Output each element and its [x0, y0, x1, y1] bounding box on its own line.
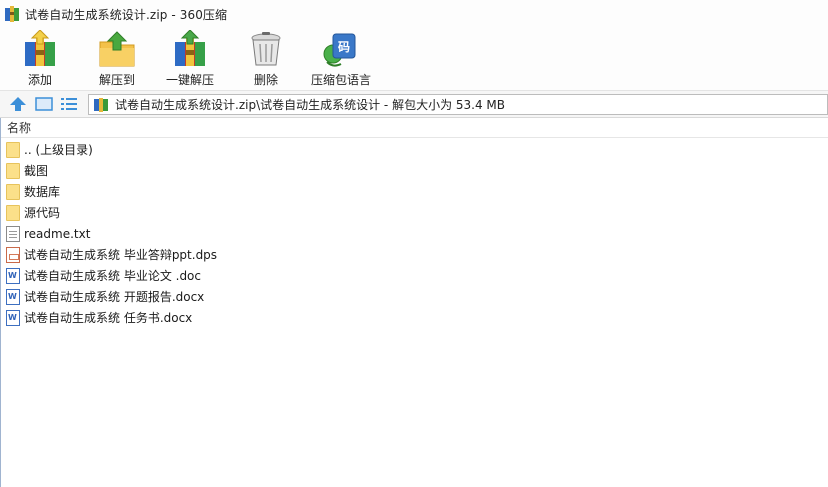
- item-name: 试卷自动生成系统 任务书.docx: [24, 311, 193, 325]
- list-item[interactable]: readme.txt: [6, 223, 90, 244]
- one-click-extract-button[interactable]: 一键解压: [166, 29, 215, 88]
- thumbnail-view-icon[interactable]: [35, 96, 53, 112]
- text-file-icon: [6, 225, 20, 242]
- folder-icon: [6, 204, 20, 221]
- one-click-extract-icon: [170, 29, 210, 68]
- word-file-icon: [6, 267, 20, 284]
- add-label: 添加: [27, 73, 52, 87]
- toolbar: 添加 解压到 一键解压 删除 码 压缩包语言: [0, 28, 828, 90]
- path-field[interactable]: 试卷自动生成系统设计.zip\试卷自动生成系统设计 - 解包大小为 53.4 M…: [88, 94, 828, 115]
- item-name: .. (上级目录): [24, 143, 93, 157]
- delete-label: 删除: [253, 73, 278, 87]
- word-file-icon: [6, 288, 20, 305]
- extract-to-label: 解压到: [98, 73, 135, 87]
- archive-language-label: 压缩包语言: [311, 73, 372, 87]
- path-archive-icon: [93, 97, 109, 112]
- item-name: 数据库: [24, 185, 61, 199]
- item-name: 试卷自动生成系统 开题报告.docx: [24, 290, 205, 304]
- extract-to-icon: [97, 30, 137, 68]
- list-view-icon[interactable]: [60, 96, 78, 112]
- folder-icon: [6, 162, 20, 179]
- file-list: 名称 .. (上级目录) 截图 数据库 源代码 readme.txt 试卷自动生…: [0, 118, 828, 487]
- add-archive-icon: [20, 29, 60, 68]
- delete-button[interactable]: 删除: [246, 30, 286, 88]
- word-file-icon: [6, 309, 20, 326]
- list-item[interactable]: 数据库: [6, 181, 60, 202]
- folder-icon: [6, 141, 20, 158]
- item-name: 试卷自动生成系统 毕业论文 .doc: [24, 269, 202, 283]
- list-item-parent-directory[interactable]: .. (上级目录): [6, 139, 93, 160]
- one-click-extract-label: 一键解压: [166, 73, 215, 87]
- up-arrow-icon[interactable]: [9, 96, 27, 112]
- item-name: 源代码: [24, 206, 61, 220]
- add-button[interactable]: 添加: [20, 29, 60, 88]
- title-bar: 试卷自动生成系统设计.zip - 360压缩: [0, 0, 828, 28]
- svg-text:码: 码: [338, 40, 350, 54]
- list-item[interactable]: 试卷自动生成系统 毕业论文 .doc: [6, 265, 201, 286]
- path-text: 试卷自动生成系统设计.zip\试卷自动生成系统设计 - 解包大小为 53.4 M…: [115, 98, 506, 112]
- item-name: 截图: [24, 164, 49, 178]
- list-item[interactable]: 试卷自动生成系统 毕业答辩ppt.dps: [6, 244, 217, 265]
- dps-file-icon: [6, 246, 20, 263]
- app-archive-icon: [4, 6, 20, 22]
- trash-icon: [246, 30, 286, 68]
- window-title: 试卷自动生成系统设计.zip - 360压缩: [25, 7, 228, 22]
- list-item[interactable]: 源代码: [6, 202, 60, 223]
- archive-language-button[interactable]: 码 压缩包语言: [311, 30, 371, 88]
- item-name: readme.txt: [24, 226, 91, 241]
- list-item[interactable]: 截图: [6, 160, 48, 181]
- item-name: 试卷自动生成系统 毕业答辩ppt.dps: [24, 248, 218, 262]
- extract-to-button[interactable]: 解压到: [97, 30, 137, 88]
- list-item[interactable]: 试卷自动生成系统 开题报告.docx: [6, 286, 204, 307]
- list-item[interactable]: 试卷自动生成系统 任务书.docx: [6, 307, 192, 328]
- folder-icon: [6, 183, 20, 200]
- archive-language-icon: 码: [321, 30, 361, 68]
- address-bar: 试卷自动生成系统设计.zip\试卷自动生成系统设计 - 解包大小为 53.4 M…: [0, 90, 828, 118]
- column-header-name[interactable]: 名称: [1, 118, 828, 138]
